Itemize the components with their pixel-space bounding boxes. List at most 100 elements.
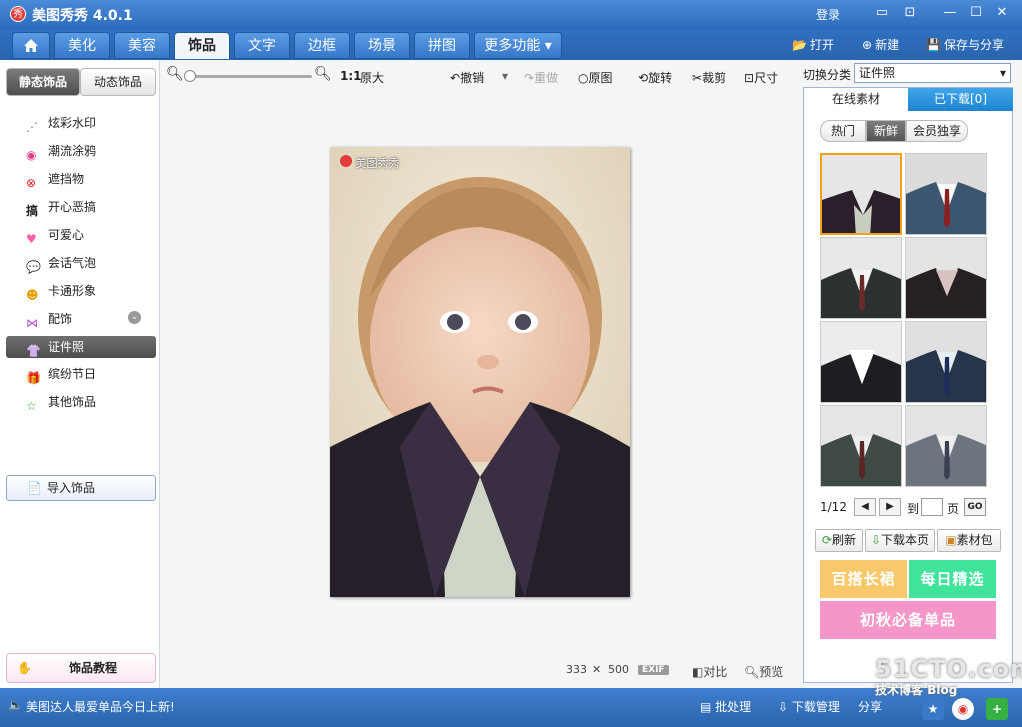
feedback-icon[interactable]: ▭ [872, 4, 892, 22]
weibo-icon[interactable]: ◉ [952, 698, 974, 720]
suit-thumbnail[interactable] [820, 405, 902, 487]
preview-button[interactable]: 🔍︎预览 [744, 663, 783, 680]
tab-online-material[interactable]: 在线素材 [804, 88, 908, 111]
zoom-slider-handle[interactable] [184, 70, 196, 82]
cartoon-face-icon: ☻ [26, 288, 39, 302]
accessory-tutorial-button[interactable]: ✋ 饰品教程 [6, 653, 156, 683]
scissors-icon: ✂ [692, 71, 703, 85]
tab-more-features[interactable]: 更多功能 ▾ [474, 32, 562, 59]
promo-autumn-items[interactable]: 初秋必备单品 [820, 601, 996, 639]
news-ticker[interactable]: 美图达人最爱单品今日上新! [26, 698, 175, 715]
bottom-bar: 🔈 美图达人最爱单品今日上新! ▤ 批处理 ⇩ 下载管理 分享 ★ ◉ + [0, 688, 1022, 727]
go-button[interactable]: GO [964, 498, 986, 516]
rotate-label: 旋转 [648, 71, 673, 85]
tab-downloaded[interactable]: 已下载[0] [908, 88, 1013, 111]
batch-label: 批处理 [715, 700, 752, 714]
undo-icon: ↶ [450, 71, 461, 85]
new-button[interactable]: ⊕ 新建 [862, 36, 899, 53]
crop-button[interactable]: ✂裁剪 [692, 69, 726, 86]
undo-dropdown-icon[interactable]: ▾ [502, 69, 508, 83]
tab-home[interactable] [12, 32, 50, 59]
download-manager-button[interactable]: ⇩ 下载管理 [778, 698, 840, 715]
filter-hot[interactable]: 热门 [820, 120, 866, 142]
tab-text[interactable]: 文字 [234, 32, 290, 59]
edit-toolbar: 🔍︎ 🔍︎ 1:1 原大 ↶撤销 ▾ ↷重做 ○原图 ⟲旋转 ✂裁剪 ⊡尺寸 [160, 60, 800, 94]
add-share-icon[interactable]: + [986, 698, 1008, 720]
tab-collage[interactable]: 拼图 [414, 32, 470, 59]
redo-label: 重做 [534, 71, 559, 85]
close-icon[interactable]: ✕ [992, 4, 1012, 22]
compare-label: 对比 [703, 665, 728, 679]
suit-thumbnail-image [821, 322, 901, 402]
suit-thumbnail[interactable] [905, 153, 987, 235]
heart-icon: ♥ [26, 232, 37, 246]
suit-thumbnail[interactable] [905, 321, 987, 403]
suit-thumbnail[interactable] [905, 405, 987, 487]
minimize-icon[interactable]: — [940, 4, 960, 22]
main-area: 静态饰品 动态饰品 ⋰ 炫彩水印 ◉ 潮流涂鸦 ⊗ 遮挡物 搞开心恶搞 ♥ 可爱心 💬 会… [0, 60, 1022, 688]
tab-static-accessories[interactable]: 静态饰品 [6, 68, 80, 96]
menu-icon[interactable]: ⊡ [900, 4, 920, 22]
suit-thumbnail[interactable] [820, 153, 902, 235]
tab-accessories[interactable]: 饰品 [174, 32, 230, 59]
funny-text-icon: 搞 [26, 204, 39, 218]
zoom-slider[interactable] [184, 70, 312, 82]
save-share-button[interactable]: 💾 保存与分享 [926, 36, 1004, 53]
login-link[interactable]: 登录 [816, 6, 840, 23]
suit-thumbnail[interactable] [905, 237, 987, 319]
category-label: 会话气泡 [48, 256, 97, 270]
tab-scene[interactable]: 场景 [354, 32, 410, 59]
material-pack-button[interactable]: ▣素材包 [937, 529, 1001, 552]
open-button[interactable]: 📂 打开 [792, 36, 834, 53]
batch-button[interactable]: ▤ 批处理 [700, 698, 751, 715]
category-select[interactable]: 证件照 ▾ [854, 63, 1011, 83]
resize-button[interactable]: ⊡尺寸 [744, 69, 778, 86]
watermark-label: 美图秀秀 [340, 155, 400, 171]
page-input[interactable] [921, 498, 943, 516]
maximize-icon[interactable]: ☐ [966, 4, 986, 22]
zoom-ratio[interactable]: 1:1 [340, 69, 362, 83]
download-page-button[interactable]: ⇩下载本页 [865, 529, 935, 552]
prev-page-button[interactable]: ◀ [854, 498, 876, 516]
category-id-photo[interactable]: 👚 证件照 [6, 336, 156, 358]
suit-thumbnail-image [906, 406, 986, 486]
import-accessory-button[interactable]: 📄 导入饰品 [6, 475, 156, 501]
baby-photo [330, 147, 630, 597]
app-title: 美图秀秀 4.0.1 [32, 8, 133, 24]
promo-daily-pick[interactable]: 每日精选 [909, 560, 996, 598]
import-icon: 📄 [27, 481, 42, 495]
redo-icon: ↷ [524, 71, 535, 85]
category-accessory[interactable]: ⋈ 配饰 [26, 308, 140, 330]
tab-border[interactable]: 边框 [294, 32, 350, 59]
promo-maxi-skirt[interactable]: 百搭长裙 [820, 560, 907, 598]
goto-suffix: 页 [947, 502, 960, 516]
speaker-icon: 🔈 [8, 698, 23, 712]
import-label: 导入饰品 [47, 481, 96, 495]
folder-icon: 📂 [792, 38, 807, 52]
photo-canvas[interactable]: 美图秀秀 [330, 147, 630, 597]
category-label: 炫彩水印 [48, 116, 97, 130]
refresh-button[interactable]: ⟳刷新 [815, 529, 863, 552]
tab-animated-accessories[interactable]: 动态饰品 [80, 68, 156, 96]
qzone-icon[interactable]: ★ [922, 698, 944, 720]
suit-thumbnail[interactable] [820, 321, 902, 403]
next-page-button[interactable]: ▶ [879, 498, 901, 516]
tab-beauty[interactable]: 美容 [114, 32, 170, 59]
rotate-button[interactable]: ⟲旋转 [638, 69, 672, 86]
redo-button[interactable]: ↷重做 [524, 69, 558, 86]
zoom-out-icon[interactable]: 🔍︎ [166, 66, 184, 82]
undo-button[interactable]: ↶撤销 [450, 69, 484, 86]
zoom-in-icon[interactable]: 🔍︎ [314, 66, 332, 82]
compare-button[interactable]: ◧对比 [692, 663, 727, 680]
original-image-button[interactable]: ○原图 [578, 69, 613, 86]
exif-button[interactable]: EXIF [638, 665, 669, 675]
suit-thumbnail[interactable] [820, 237, 902, 319]
tab-beautify[interactable]: 美化 [54, 32, 110, 59]
expand-icon[interactable]: ⌄ [128, 311, 141, 324]
suit-thumbnail-image [821, 238, 901, 318]
speech-bubble-icon: 💬 [26, 260, 41, 274]
filter-new[interactable]: 新鲜 [866, 120, 906, 142]
filter-vip[interactable]: 会员独享 [906, 120, 968, 142]
share-button[interactable]: 分享 [858, 698, 882, 715]
original-size-button[interactable]: 原大 [360, 69, 384, 86]
